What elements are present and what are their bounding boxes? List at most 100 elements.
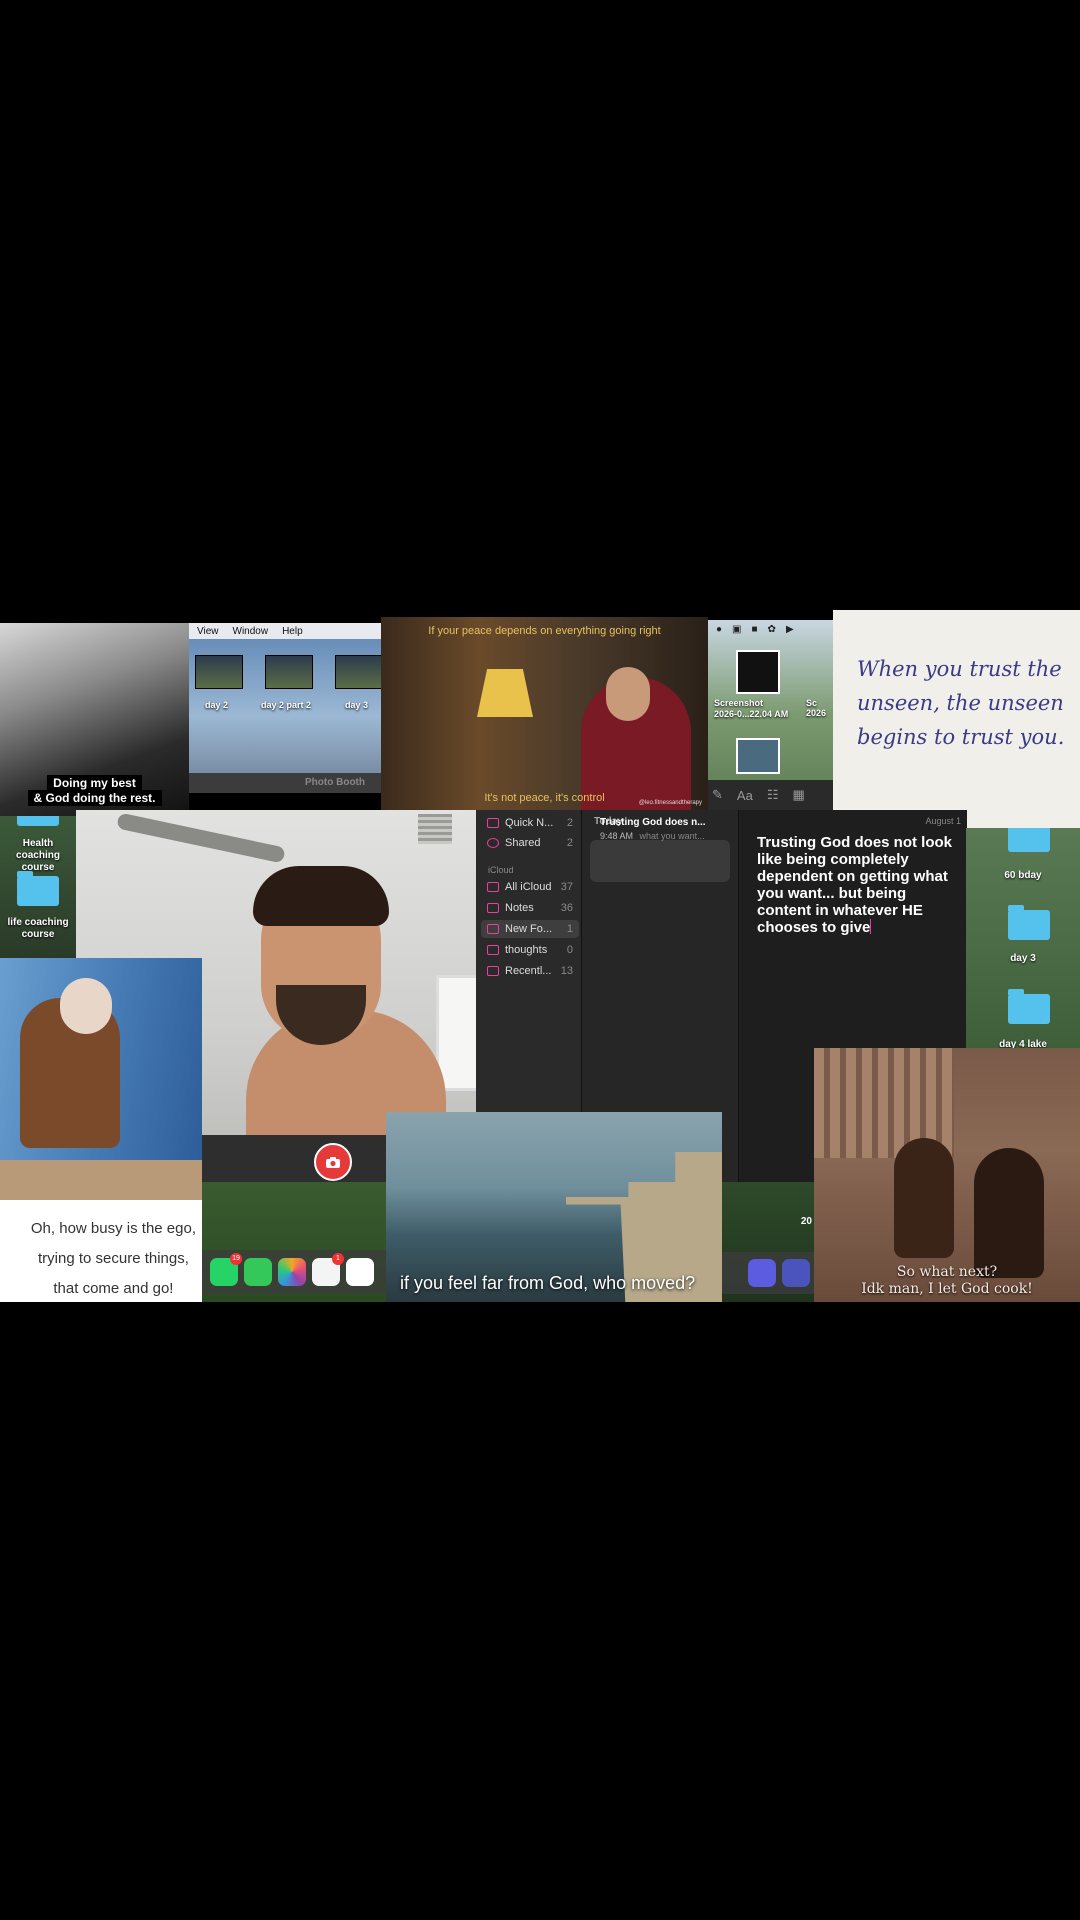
sepia-caption-line-2: Idk man, I let God cook! [861,1281,1033,1297]
facetime-icon[interactable] [244,1258,272,1286]
screenshot-thumbnail[interactable] [736,650,780,694]
thumbnail-label: day 3 [345,700,369,710]
facetime-icon[interactable]: ■ [752,624,758,635]
note-card-title: Trusting God does n... [600,817,706,828]
sidebar-item-notes[interactable]: Notes 36 [481,899,579,917]
handwritten-quote: When you trust the unseen, the unseen be… [857,657,1065,749]
screenshot-thumbnail-2[interactable] [736,738,780,774]
zoom-icon[interactable] [748,1259,776,1287]
folder-icon [487,903,499,913]
note-card-time: 9:48 AM [600,831,634,841]
ceiling-fan-shape [116,812,286,864]
format-text-icon[interactable]: Aa [737,788,753,803]
screenshot-label-2: Sc 2026 [806,698,827,718]
notes-toolbar: ✎ Aa ☷ ▦ [708,780,833,810]
thumbnail-label: day 2 part 2 [261,700,312,710]
folder-label: Health coaching course [16,838,60,873]
sidebar-item-count: 13 [560,965,573,977]
shutter-button[interactable] [314,1143,352,1181]
sidebar-item-label: thoughts [505,944,548,956]
teams-icon[interactable] [782,1259,810,1287]
folder-icon[interactable] [1008,828,1050,852]
sidebar-item-label: New Fo... [505,923,553,935]
menu-window[interactable]: Window [233,626,269,637]
note-body-text: Trusting God does not look like being co… [757,834,952,936]
sepia-caption: So what next? Idk man, I let God cook! [814,1264,1080,1298]
thumbnail-day-2-part-2[interactable] [265,655,313,689]
freeform-icon[interactable] [346,1258,374,1286]
folder-icon [487,945,499,955]
man-at-shore-tile [0,958,202,1200]
library-video-tile: If your peace depends on everything goin… [381,617,708,810]
shared-icon [487,838,499,848]
sidebar-item-count: 36 [560,902,573,914]
sidebar-item-recently-deleted[interactable]: Recentl... 13 [481,962,579,980]
left-folders-tile: Health coaching course life coaching cou… [0,816,76,958]
sand-shape [0,1160,202,1200]
chatgpt-icon[interactable]: ✿ [768,624,776,635]
sea-caption: if you feel far from God, who moved? [400,1273,696,1293]
reminders-badge: 1 [332,1253,344,1265]
folder-label: 60 bday [1004,870,1042,881]
message-icon[interactable]: ▣ [732,624,741,635]
sidebar-item-quick-notes[interactable]: Quick N... 2 [481,814,579,832]
child-shape [894,1138,954,1258]
sidebar-item-shared[interactable]: Shared 2 [481,834,579,852]
year-label: 20 [800,1216,812,1227]
compose-icon[interactable]: ✎ [712,787,723,803]
ego-quote: Oh, how busy is the ego, trying to secur… [31,1214,196,1302]
sidebar-item-label: Quick N... [505,817,553,829]
menu-help[interactable]: Help [282,626,303,637]
table-icon[interactable]: ▦ [792,787,804,803]
folder-icon [487,882,499,892]
note-body[interactable]: Trusting God does not look like being co… [757,834,953,936]
note-card-meta: 9:48 AM what you want... [600,831,705,841]
checklist-icon[interactable]: ☷ [767,787,779,803]
record-icon[interactable]: ● [716,624,722,635]
handwritten-quote-tile: When you trust the unseen, the unseen be… [833,610,1080,828]
note-card-preview: what you want... [639,831,705,841]
folder-icon[interactable] [1008,905,1050,940]
dock: 19 1 [202,1250,386,1294]
sidebar-item-thoughts[interactable]: thoughts 0 [481,941,579,959]
screenshot-finder-tile: ● ▣ ■ ✿ ▶ Screenshot 2026-0...22.04 AM S… [708,620,833,810]
crowd-caption: Doing my best & God doing the rest. [0,775,189,806]
man-head-shape [60,978,112,1034]
sidebar-item-count: 1 [566,923,573,935]
ego-quote-line-3: that come and go! [53,1280,174,1297]
library-top-caption: If your peace depends on everything goin… [428,625,661,637]
lamp-shape [477,669,533,717]
trash-icon [487,966,499,976]
sidebar-item-count: 2 [566,837,573,849]
dock-tile: 19 1 [202,1182,386,1302]
sepia-caption-line-1: So what next? [896,1264,998,1280]
crowd-caption-line-2: & God doing the rest. [27,790,162,806]
camera-icon [326,1156,340,1168]
reminders-icon[interactable]: 1 [312,1253,344,1286]
folder-icon[interactable] [17,816,59,826]
folder-label: life coaching course [7,917,69,940]
sidebar-item-label: Notes [505,902,534,914]
folder-icon[interactable] [1008,989,1050,1024]
sea-video-tile: if you feel far from God, who moved? [386,1112,722,1302]
menu-view[interactable]: View [197,626,219,637]
screenshot-label-line-2: 2026-0...22.04 AM [714,709,789,719]
note-card[interactable] [590,840,730,882]
play-icon[interactable]: ▶ [786,624,794,635]
whatsapp-icon[interactable]: 19 [210,1253,242,1286]
thumbnail-day-2[interactable] [195,655,243,689]
sidebar-item-count: 0 [566,944,573,956]
folder-icon[interactable] [17,871,59,906]
sidebar-item-all-icloud[interactable]: All iCloud 37 [481,878,579,896]
person-hair-shape [253,866,389,926]
dock [722,1252,814,1294]
icloud-section-label: iCloud [488,865,514,875]
screenshot-label: Screenshot 2026-0...22.04 AM [714,698,788,720]
thumbnail-day-3[interactable] [335,655,381,689]
folder-label: day 3 [1010,953,1036,964]
sidebar-item-new-folder[interactable]: New Fo... 1 [481,920,579,938]
sidebar-item-count: 2 [566,817,573,829]
creator-handle: @leo.fitnessandtherapy [638,800,702,806]
photos-icon[interactable] [278,1258,306,1286]
sidebar-item-label: All iCloud [505,881,552,893]
